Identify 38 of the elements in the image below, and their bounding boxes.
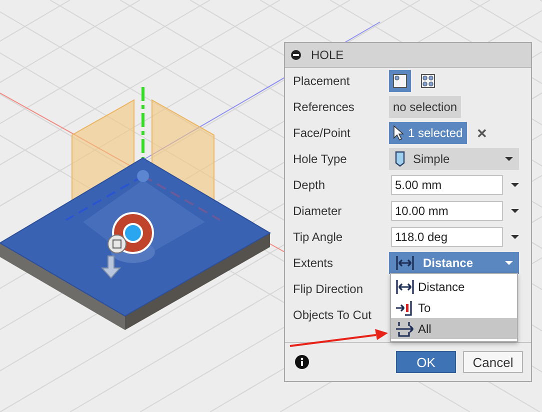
field-label: Diameter — [292, 204, 343, 218]
ok-button[interactable]: OK — [396, 351, 456, 373]
info-icon[interactable] — [295, 355, 309, 369]
cancel-button[interactable]: Cancel — [463, 351, 523, 373]
selection-button[interactable]: no selection — [389, 96, 462, 118]
extents-dropdown[interactable]: Distance — [389, 252, 519, 274]
through-all-icon — [395, 320, 415, 336]
field-label: References — [292, 100, 356, 114]
field-label: Placement — [292, 74, 351, 88]
menu-item[interactable]: All — [391, 318, 517, 339]
to-face-icon — [395, 300, 415, 316]
field-label: Tip Angle — [292, 230, 344, 244]
dialog-title: HOLE — [311, 48, 344, 62]
field-label: Flip Direction — [292, 282, 364, 296]
selection-button[interactable]: 1 selected — [389, 122, 467, 144]
clear-selection-button[interactable]: ✕ — [472, 126, 492, 140]
value-input[interactable]: 118.0 deg — [391, 227, 503, 247]
field-label: Hole Type — [292, 152, 348, 166]
single-point-button[interactable] — [389, 70, 411, 92]
caret-icon[interactable] — [511, 209, 519, 213]
collapse-icon[interactable] — [291, 50, 301, 60]
value-input[interactable]: 5.00 mm — [391, 175, 503, 195]
hole-type-dropdown[interactable]: Simple — [389, 148, 519, 170]
field-label: Depth — [292, 178, 326, 192]
caret-icon — [505, 261, 513, 265]
field-label: Face/Point — [292, 126, 352, 140]
caret-icon — [505, 157, 513, 161]
field-label: Objects To Cut — [292, 308, 372, 322]
distance-icon — [395, 255, 415, 271]
menu-item[interactable]: Distance — [391, 276, 517, 297]
cursor-icon — [393, 125, 404, 141]
field-label: Extents — [292, 256, 334, 270]
caret-icon[interactable] — [511, 183, 519, 187]
hole-icon — [395, 151, 405, 167]
menu-item[interactable]: To — [391, 297, 517, 318]
caret-icon[interactable] — [511, 235, 519, 239]
distance-icon — [395, 278, 415, 294]
value-input[interactable]: 10.00 mm — [391, 201, 503, 221]
